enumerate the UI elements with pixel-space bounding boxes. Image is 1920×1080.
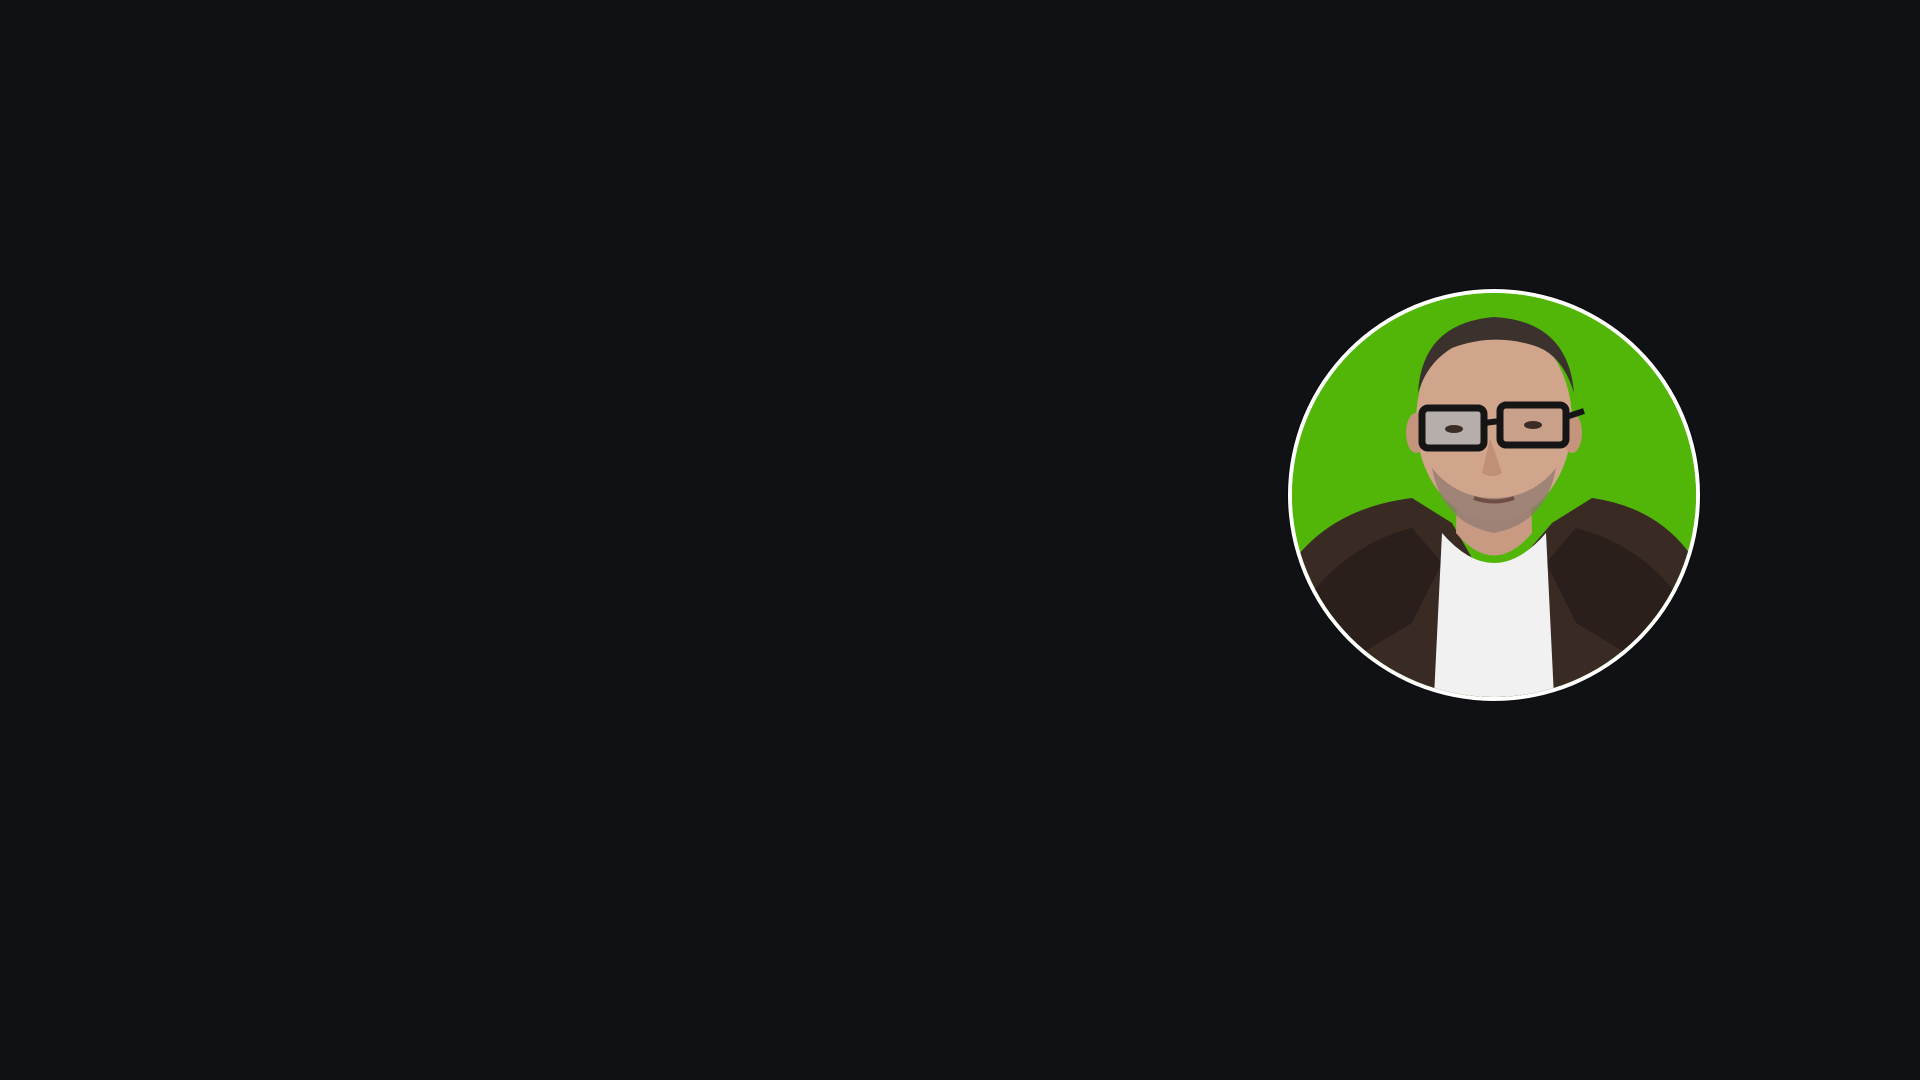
avatar[interactable] (1288, 289, 1700, 701)
person-portrait-icon (1292, 293, 1696, 697)
avatar-photo (1292, 293, 1696, 697)
screen-background (0, 0, 1920, 1080)
